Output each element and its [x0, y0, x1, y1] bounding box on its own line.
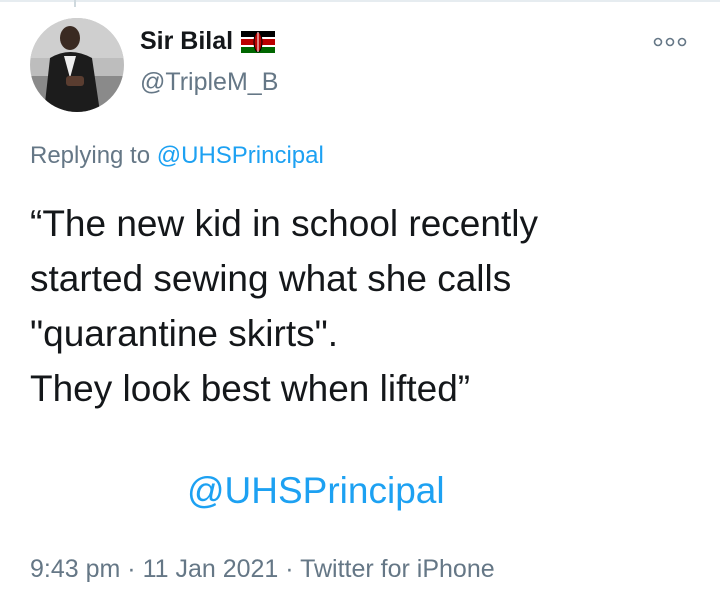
top-divider [0, 0, 720, 2]
avatar-image [30, 18, 124, 112]
display-name[interactable]: Sir Bilal [140, 27, 276, 56]
tweet-source[interactable]: Twitter for iPhone [300, 555, 495, 583]
username[interactable]: @TripleM_B [140, 68, 278, 97]
tweet-text: “The new kid in school recently started … [30, 203, 538, 409]
display-name-text: Sir Bilal [140, 27, 234, 55]
more-options-icon[interactable] [652, 34, 688, 50]
tweet-mention-link[interactable]: @UHSPrincipal [187, 470, 445, 512]
replying-to: Replying to @UHSPrincipal [30, 142, 324, 170]
tweet-meta: 9:43 pm · 11 Jan 2021 · Twitter for iPho… [30, 555, 495, 584]
tweet-date[interactable]: 11 Jan 2021 [143, 555, 279, 583]
replying-to-label: Replying to [30, 142, 157, 169]
thread-line [74, 0, 76, 7]
kenya-flag-icon [241, 29, 276, 54]
replying-to-handle[interactable]: @UHSPrincipal [157, 142, 324, 169]
meta-separator: · [278, 555, 301, 583]
avatar[interactable] [30, 18, 124, 112]
tweet-time[interactable]: 9:43 pm [30, 555, 120, 583]
meta-separator: · [120, 555, 143, 583]
